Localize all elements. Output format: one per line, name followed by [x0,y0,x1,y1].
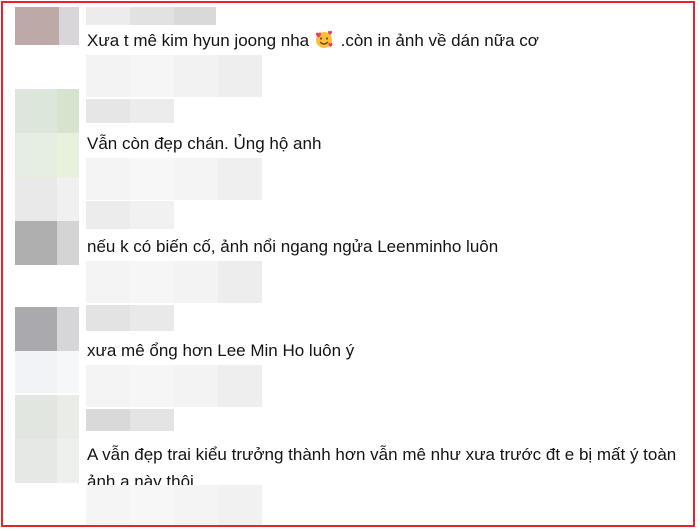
reaction-bar-blurred[interactable] [86,485,262,525]
avatar[interactable] [15,221,79,265]
avatar[interactable] [15,395,79,439]
comment-text: Vẫn còn đẹp chán. Ủng hộ anh [87,134,322,153]
avatar-blur-extension [15,439,79,483]
avatar-blur-extension [15,351,79,393]
comment-screenshot-frame: Xưa t mê kim hyun joong nha .còn in ảnh … [1,1,695,527]
avatar-blur-extension [15,177,79,221]
reaction-bar-blurred[interactable] [86,365,262,407]
comment-text: nếu k có biến cố, ảnh nổi ngang ngửa Lee… [87,237,499,256]
avatar[interactable] [15,7,79,45]
avatar-blur-extension [15,133,79,177]
username-blurred[interactable] [86,305,174,331]
username-blurred[interactable] [86,7,216,25]
avatar[interactable] [15,307,79,351]
smiling-face-with-hearts-icon [315,30,333,48]
avatar[interactable] [15,89,79,133]
username-blurred[interactable] [86,409,174,431]
reaction-bar-blurred[interactable] [86,158,262,200]
username-blurred[interactable] [86,99,174,123]
username-blurred[interactable] [86,201,174,229]
reaction-bar-blurred[interactable] [86,261,262,303]
comment-text: Xưa t mê kim hyun joong nha .còn in ảnh … [87,30,539,50]
reaction-bar-blurred[interactable] [86,55,262,97]
comment-text: xưa mê ổng hơn Lee Min Ho luôn ý [87,341,355,360]
